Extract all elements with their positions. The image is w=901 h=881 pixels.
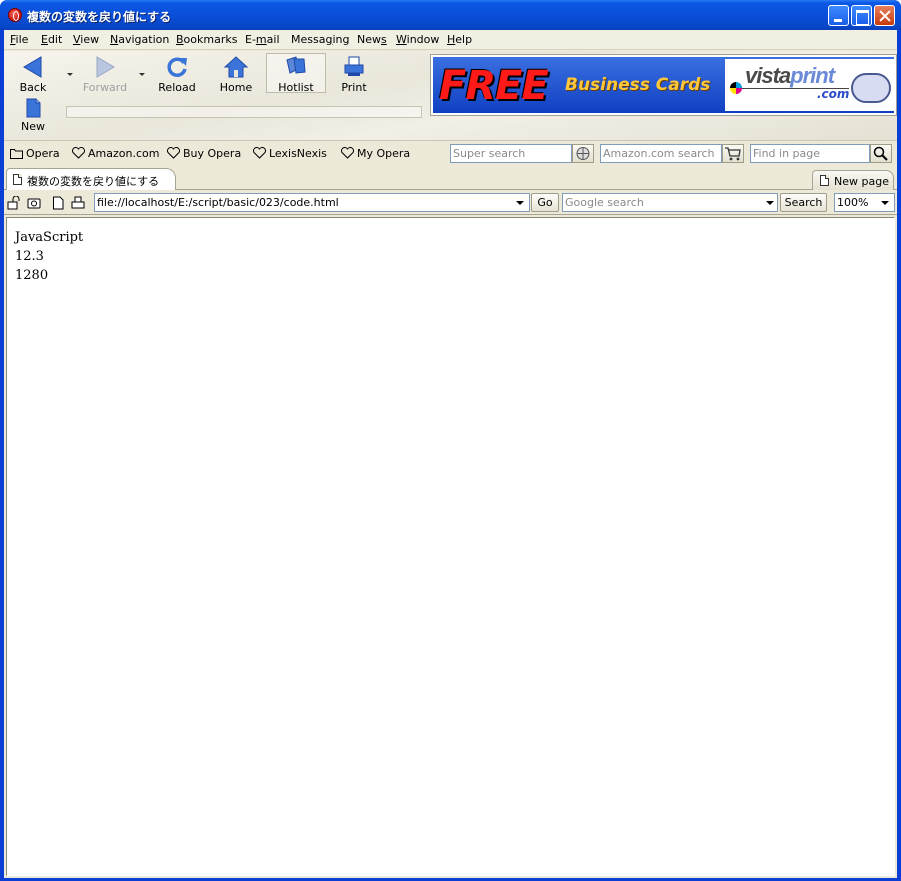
menu-bar: File Edit View Navigation Bookmarks E-ma… [4, 30, 897, 50]
zoom-dropdown[interactable] [878, 194, 893, 211]
ad-cmyk-target-icon [730, 82, 742, 94]
hotlist-cards-icon [286, 56, 306, 74]
super-search-button[interactable] [572, 144, 594, 163]
ad-brand-logo: vistaprint [745, 63, 835, 88]
zoom-value: 100% [837, 196, 869, 209]
tab-bar: 複数の変数を戻り値にする New page [4, 166, 897, 190]
client-area: File Edit View Navigation Bookmarks E-ma… [4, 30, 897, 878]
back-arrow-icon [23, 56, 42, 78]
output-line: 1280 [15, 268, 49, 283]
security-lock-icon[interactable] [7, 196, 21, 210]
super-search-input[interactable]: Super search [450, 144, 572, 163]
menu-help[interactable]: Help [447, 33, 472, 46]
url-history-dropdown[interactable] [513, 194, 528, 211]
menu-navigation[interactable]: Navigation [110, 33, 169, 46]
home-icon [224, 56, 248, 78]
minimize-button[interactable] [828, 5, 849, 26]
print-button[interactable]: Print [326, 55, 382, 94]
amazon-search-input[interactable]: Amazon.com search [600, 144, 722, 163]
back-button[interactable]: Back [5, 55, 61, 94]
tab-title: 複数の変数を戻り値にする [27, 175, 160, 188]
new-document-icon [26, 98, 41, 118]
menu-file[interactable]: File [10, 33, 28, 46]
personal-bar-item-amazon[interactable]: Amazon.com [72, 147, 159, 160]
menu-messaging[interactable]: Messaging [291, 33, 349, 46]
hotlist-button[interactable]: Hotlist [268, 55, 324, 94]
address-bar: file://localhost/E:/script/basic/023/cod… [4, 191, 897, 215]
output-line: 12.3 [15, 249, 44, 264]
reload-icon [167, 57, 187, 77]
menu-edit[interactable]: Edit [41, 33, 62, 46]
heart-icon [253, 147, 266, 159]
progress-bar [66, 106, 422, 118]
shopping-cart-icon [725, 147, 741, 161]
menu-email[interactable]: E-mail [245, 33, 280, 46]
url-input[interactable]: file://localhost/E:/script/basic/023/cod… [94, 193, 530, 212]
heart-icon [167, 147, 180, 159]
personal-bar-item-buy-opera[interactable]: Buy Opera [167, 147, 241, 160]
ad-mouse-icon [851, 73, 891, 103]
google-search-input[interactable]: Google search [562, 193, 778, 212]
find-in-page-button[interactable] [870, 144, 892, 163]
ad-brand-domain: .com [817, 87, 850, 101]
browser-window: 複数の変数を戻り値にする File Edit View Navigation B… [0, 0, 901, 881]
close-button[interactable] [874, 5, 895, 26]
magnifier-icon [873, 146, 888, 161]
find-in-page-input[interactable]: Find in page [750, 144, 870, 163]
personal-bar: Opera Amazon.com Buy Opera LexisNexis My… [4, 142, 897, 166]
tab-active-page[interactable]: 複数の変数を戻り値にする [6, 168, 176, 190]
camera-icon[interactable] [27, 196, 41, 210]
window-title: 複数の変数を戻り値にする [27, 10, 172, 24]
search-engine-dropdown[interactable] [763, 194, 778, 211]
output-line: JavaScript [15, 230, 84, 245]
search-button[interactable]: Search [780, 193, 827, 212]
home-button[interactable]: Home [208, 55, 264, 94]
folder-icon [10, 149, 23, 159]
print-preview-icon[interactable] [71, 196, 85, 210]
globe-search-icon [576, 147, 590, 160]
ad-business-cards-text: Business Cards [565, 75, 711, 95]
document-icon [820, 175, 829, 186]
title-bar[interactable]: 複数の変数を戻り値にする [0, 0, 901, 30]
document-icon [13, 174, 22, 185]
main-toolbar: Back Forward Reload Home Hotlist Print N… [4, 51, 897, 141]
ad-free-text: FREE [439, 63, 549, 109]
menu-view[interactable]: View [73, 33, 99, 46]
personal-bar-item-lexisnexis[interactable]: LexisNexis [253, 147, 327, 160]
personal-bar-item-my-opera[interactable]: My Opera [341, 147, 410, 160]
personal-bar-item-opera[interactable]: Opera [10, 147, 60, 160]
new-page-button[interactable]: New [5, 98, 61, 133]
heart-icon [341, 147, 354, 159]
forward-button[interactable]: Forward [77, 55, 133, 94]
back-history-arrow-icon[interactable] [67, 73, 73, 76]
go-button[interactable]: Go [531, 193, 559, 212]
menu-news[interactable]: News [357, 33, 387, 46]
ad-background: FREE Business Cards vistaprint .com [433, 57, 894, 113]
new-page-tab-button[interactable]: New page [812, 170, 894, 190]
maximize-button[interactable] [851, 5, 872, 26]
forward-arrow-icon [96, 56, 115, 78]
menu-bookmarks[interactable]: Bookmarks [176, 33, 237, 46]
opera-icon [8, 8, 22, 22]
amazon-search-button[interactable] [722, 144, 744, 163]
page-content: JavaScript 12.3 1280 [6, 217, 895, 876]
ad-banner[interactable]: FREE Business Cards vistaprint .com [430, 54, 897, 116]
page-info-icon[interactable] [51, 196, 65, 210]
forward-history-arrow-icon[interactable] [139, 73, 145, 76]
heart-icon [72, 147, 85, 159]
printer-icon [344, 56, 364, 76]
menu-window[interactable]: Window [396, 33, 439, 46]
new-page-label: New page [834, 175, 889, 188]
reload-button[interactable]: Reload [149, 55, 205, 94]
